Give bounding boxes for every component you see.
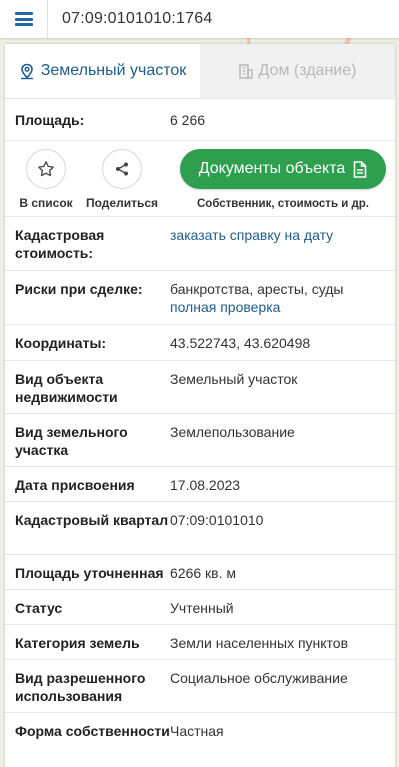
documents-block: Документы объекта Собственник, стоимость…	[180, 149, 386, 210]
land-category-value: Земли населенных пунктов	[170, 635, 349, 651]
land-type-label: Вид земельного участка	[15, 424, 128, 458]
menu-button[interactable]	[0, 0, 48, 38]
precise-area-label: Площадь уточненная	[15, 565, 164, 581]
assign-date-value: 17.08.2023	[170, 477, 241, 493]
precise-area-value: 6266 кв. м	[170, 565, 237, 581]
tab-building-label: Дом (здание)	[258, 62, 357, 79]
assign-date-row: Дата присвоения 17.08.2023	[5, 467, 395, 502]
share-label: Поделиться	[85, 196, 159, 210]
documents-subtitle: Собственник, стоимость и др.	[196, 198, 369, 210]
top-bar: 07:09:0101010:1764	[0, 0, 399, 38]
land-type-value: Землепользование	[170, 424, 295, 440]
object-type-value: Земельный участок	[170, 371, 298, 387]
document-icon	[353, 160, 367, 178]
precise-area-row: Площадь уточненная 6266 кв. м	[5, 555, 395, 590]
object-panel: Земельный участок Дом (здание) Площадь: …	[5, 44, 395, 767]
building-icon	[238, 63, 253, 79]
share-icon	[102, 149, 142, 189]
cadastral-quarter-label: Кадастровый квартал	[15, 512, 169, 528]
land-category-row: Категория земель Земли населенных пункто…	[5, 625, 395, 660]
permitted-use-row: Вид разрешенного использования Социально…	[5, 660, 395, 713]
add-to-list-button[interactable]: В список	[8, 149, 84, 210]
cadastral-quarter-row: Кадастровый квартал 07:09:0101010	[5, 502, 395, 555]
ownership-row: Форма собственности Частная	[5, 713, 395, 766]
object-type-label: Вид объекта недвижимости	[15, 371, 118, 405]
full-check-link[interactable]: полная проверка	[170, 298, 387, 316]
land-category-label: Категория земель	[15, 635, 140, 651]
land-type-row: Вид земельного участка Землепользование	[5, 414, 395, 467]
area-value: 6 266	[170, 111, 206, 128]
search-query[interactable]: 07:09:0101010:1764	[48, 10, 212, 28]
coordinates-value: 43.522743, 43.620498	[170, 335, 311, 351]
tab-building[interactable]: Дом (здание)	[200, 44, 395, 98]
documents-button-label: Документы объекта	[198, 160, 346, 177]
risks-value: банкротства, аресты, суды	[170, 281, 344, 297]
coordinates-row: Координаты: 43.522743, 43.620498	[5, 325, 395, 361]
area-label: Площадь:	[15, 111, 85, 128]
order-certificate-link[interactable]: заказать справку на дату	[170, 226, 395, 261]
star-icon	[26, 149, 66, 189]
cadastral-cost-label: Кадастровая стоимость:	[15, 227, 105, 261]
permitted-use-label: Вид разрешенного использования	[15, 670, 146, 704]
tab-land-plot[interactable]: Земельный участок	[5, 44, 200, 98]
risks-value-block: банкротства, аресты, суды полная проверк…	[170, 280, 395, 315]
assign-date-label: Дата присвоения	[15, 477, 135, 493]
risks-row: Риски при сделке: банкротства, аресты, с…	[5, 271, 395, 325]
object-type-row: Вид объекта недвижимости Земельный участ…	[5, 361, 395, 414]
documents-button[interactable]: Документы объекта	[180, 149, 386, 189]
status-row: Статус Учтенный	[5, 590, 395, 625]
status-value: Учтенный	[170, 600, 234, 616]
actions-bar: В список Поделиться Документы объекта Со…	[5, 141, 395, 217]
map-pin-icon	[19, 63, 35, 80]
ownership-value: Частная	[170, 723, 224, 739]
share-button[interactable]: Поделиться	[84, 149, 160, 210]
permitted-use-value: Социальное обслуживание	[170, 670, 348, 686]
area-row: Площадь: 6 266	[5, 99, 395, 141]
tab-bar: Земельный участок Дом (здание)	[5, 44, 395, 99]
add-to-list-label: В список	[19, 196, 73, 210]
coordinates-label: Координаты:	[15, 335, 107, 351]
risks-label: Риски при сделке:	[15, 281, 143, 297]
ownership-label: Форма собственности	[15, 723, 170, 739]
hamburger-icon	[14, 12, 33, 26]
status-label: Статус	[15, 600, 63, 616]
cadastral-cost-row: Кадастровая стоимость: заказать справку …	[5, 217, 395, 271]
cadastral-quarter-value: 07:09:0101010	[170, 512, 264, 528]
tab-land-plot-label: Земельный участок	[40, 62, 187, 79]
